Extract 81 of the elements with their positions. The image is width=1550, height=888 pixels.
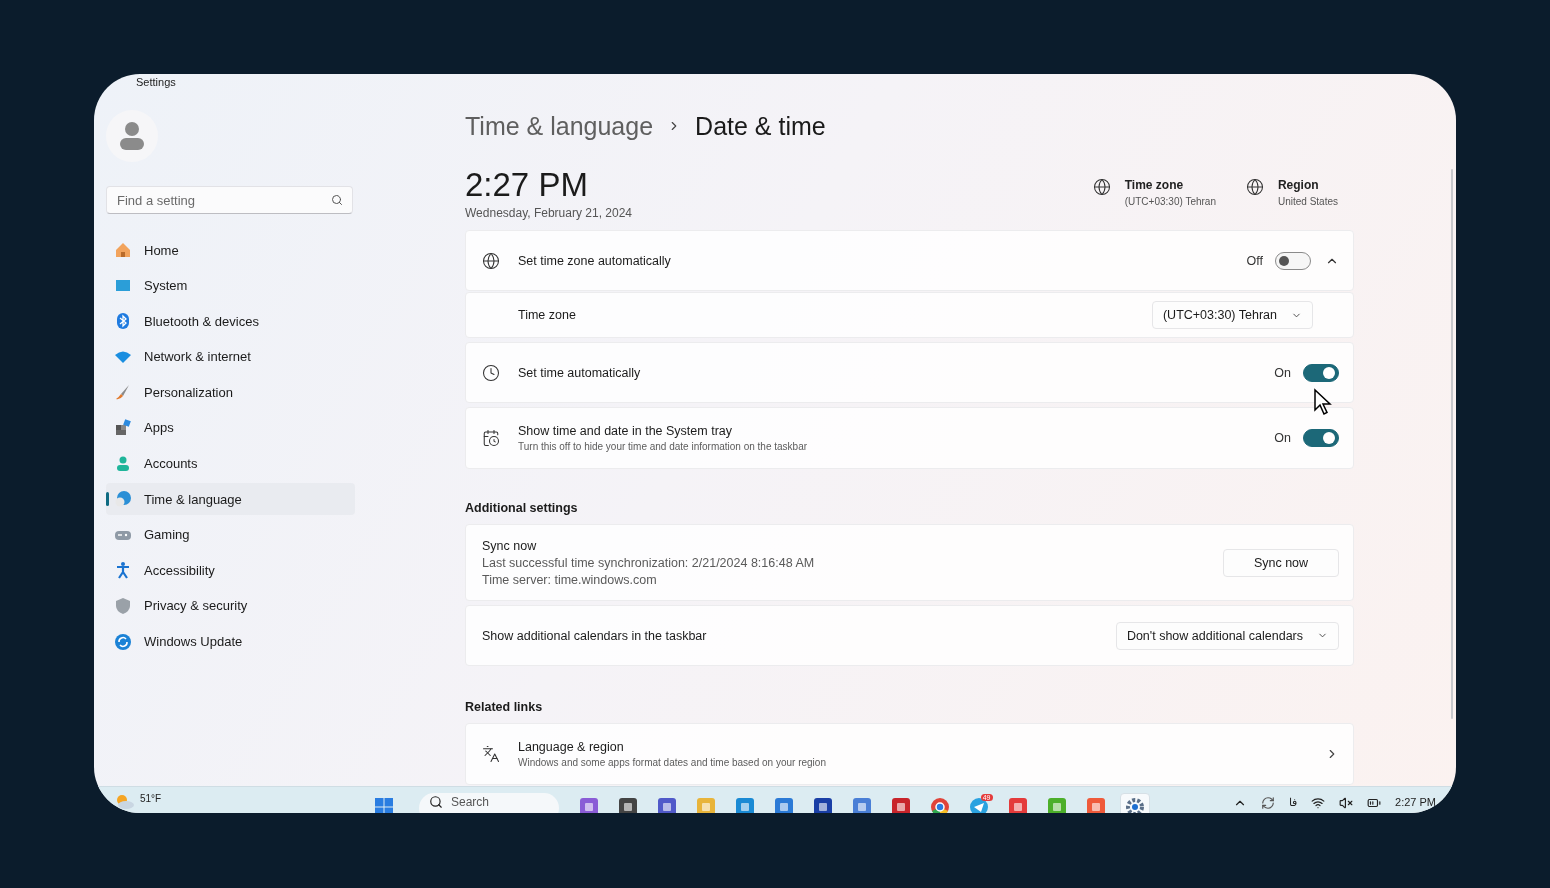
- app-icon[interactable]: [890, 797, 911, 813]
- related-link[interactable]: Language & region Windows and some apps format dates and time based on your region: [465, 723, 1354, 785]
- setting-detail: Time server: time.windows.com: [482, 572, 658, 587]
- app-icon[interactable]: [773, 797, 794, 813]
- section-heading: Additional settings: [465, 501, 579, 515]
- setting-label: Set time zone automatically: [518, 253, 672, 268]
- toggle-switch[interactable]: [1303, 429, 1339, 447]
- sidebar-item[interactable]: Personalization: [106, 376, 355, 409]
- sidebar-item[interactable]: Privacy & security: [106, 589, 355, 622]
- sidebar-item[interactable]: Windows Update: [106, 625, 355, 658]
- taskbar-search[interactable]: Search: [419, 793, 559, 813]
- sync-button[interactable]: Sync now: [1223, 548, 1339, 577]
- windows-icon[interactable]: [373, 797, 394, 813]
- sidebar-item[interactable]: Accessibility: [106, 554, 355, 587]
- app-icon[interactable]: [1007, 797, 1028, 813]
- toggle-switch[interactable]: [1275, 251, 1311, 270]
- section-heading: Related links: [465, 700, 544, 714]
- toggle-state: On: [1274, 431, 1291, 445]
- app-icon[interactable]: [656, 797, 677, 813]
- calendar-dropdown[interactable]: Don't show additional calendars: [1115, 621, 1339, 650]
- sidebar-item[interactable]: Network & internet: [106, 340, 355, 373]
- timezone-dropdown[interactable]: (UTC+03:30) Tehran: [1151, 301, 1313, 329]
- current-date: Wednesday, February 21, 2024: [465, 206, 632, 220]
- window-title: Settings: [136, 76, 176, 88]
- app-icon[interactable]: [578, 797, 599, 813]
- globe-icon: [1245, 178, 1264, 196]
- cloud-sun-icon: [114, 793, 134, 809]
- sync-icon[interactable]: [1261, 796, 1276, 810]
- paper-plane-icon[interactable]: [968, 797, 989, 813]
- mute-icon[interactable]: [1339, 796, 1354, 810]
- sidebar-item[interactable]: Gaming: [106, 518, 355, 551]
- avatar[interactable]: [106, 110, 158, 162]
- summary-value: United States: [1277, 196, 1338, 207]
- summary-title: Region: [1277, 178, 1320, 192]
- setting-label: Show additional calendars in the taskbar: [482, 628, 708, 643]
- sidebar-item[interactable]: Accounts: [106, 447, 355, 480]
- link-description: Windows and some apps format dates and time based on your region: [518, 757, 827, 768]
- language-icon: [482, 745, 500, 763]
- battery-icon[interactable]: [1367, 796, 1382, 810]
- current-time: 2:27 PM: [465, 166, 589, 204]
- app-icon[interactable]: [617, 797, 638, 813]
- calendar-clock-icon: [482, 429, 500, 447]
- page-title: Date & time: [695, 111, 826, 141]
- bluetooth-icon: [114, 312, 132, 331]
- sidebar-item[interactable]: Apps: [106, 411, 355, 444]
- sidebar-item[interactable]: System: [106, 269, 355, 302]
- search-field[interactable]: Find a setting: [106, 186, 353, 214]
- input-language[interactable]: فا: [1289, 796, 1298, 809]
- toggle-state: Off: [1246, 253, 1263, 268]
- setting-label: Show time and date in the System tray: [518, 424, 733, 438]
- summary-value: (UTC+03:30) Tehran: [1124, 196, 1216, 207]
- breadcrumb-link[interactable]: Time & language: [465, 111, 654, 141]
- apps-icon: [114, 418, 132, 437]
- weather-temperature: 51°F: [140, 793, 162, 804]
- setting-label: Sync now: [482, 538, 538, 553]
- sidebar-item[interactable]: Bluetooth & devices: [106, 305, 355, 338]
- toggle-switch[interactable]: [1303, 363, 1339, 382]
- wifi-icon[interactable]: [1311, 796, 1326, 810]
- setting-detail: Last successful time synchronization: 2/21/2024 8:16:48 AM: [482, 555, 816, 570]
- search-icon: [331, 194, 343, 206]
- gear-icon[interactable]: [1124, 797, 1145, 813]
- person-icon: [114, 454, 132, 473]
- search-icon: [429, 795, 443, 809]
- summary-title: Time zone: [1124, 178, 1185, 192]
- sync-icon: [114, 632, 132, 651]
- toggle-state: On: [1274, 365, 1291, 380]
- setting-label: Set time automatically: [518, 365, 642, 380]
- home-icon: [114, 241, 132, 259]
- link-title: Language & region: [518, 740, 625, 754]
- setting-description: Turn this off to hide your time and date information on the taskbar: [518, 441, 809, 452]
- setting-label: Time zone: [518, 308, 577, 322]
- sidebar-item[interactable]: Home: [106, 234, 355, 266]
- sidebar-item[interactable]: Time & language: [106, 483, 355, 516]
- shield-icon: [114, 596, 132, 615]
- accessibility-icon: [114, 561, 132, 580]
- person-icon: [119, 121, 145, 151]
- clock-icon: [482, 363, 500, 382]
- taskbar-app[interactable]: [1119, 793, 1150, 813]
- taskbar-clock[interactable]: 2:27 PM: [1395, 796, 1436, 808]
- app-icon[interactable]: [812, 797, 833, 813]
- chrome-icon[interactable]: [929, 797, 950, 813]
